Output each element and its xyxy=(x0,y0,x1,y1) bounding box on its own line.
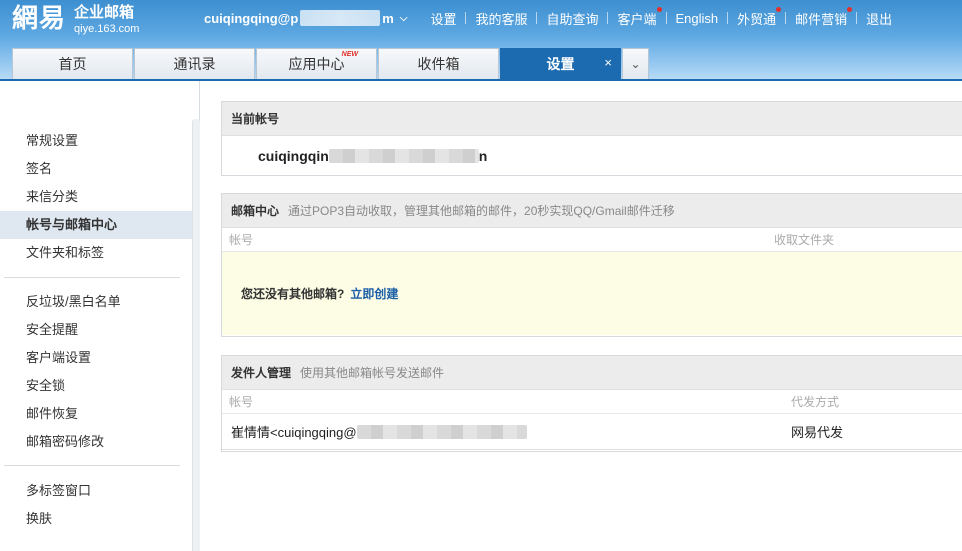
notification-dot xyxy=(776,6,782,12)
column-method: 代发方式 xyxy=(791,395,840,409)
netease-logo[interactable]: 網易 企业邮箱 qiye.163.com xyxy=(12,4,139,36)
account-redacted xyxy=(356,424,527,439)
sender-management-panel: 发件人管理 使用其他邮箱帐号发送邮件 帐号 代发方式 崔情情<cuiqingqi… xyxy=(221,355,962,452)
account-redacted xyxy=(300,10,381,26)
nav-english[interactable]: English xyxy=(667,11,728,26)
sidebar-scrollbar[interactable] xyxy=(192,119,200,551)
sidebar-item-security-lock[interactable]: 安全锁 xyxy=(0,372,192,400)
tab-settings[interactable]: 设置 × xyxy=(500,48,621,79)
new-badge: NEW xyxy=(341,51,358,58)
panel-title: 发件人管理 xyxy=(231,366,292,380)
tab-more-dropdown[interactable]: ⌄ xyxy=(622,48,649,79)
panel-header: 发件人管理 使用其他邮箱帐号发送邮件 xyxy=(222,356,962,390)
sidebar-item-multi-tab[interactable]: 多标签窗口 xyxy=(0,477,192,505)
account-dropdown[interactable]: cuiqingqing@p m ⌵ xyxy=(204,10,407,26)
sidebar-item-spam[interactable]: 反垃圾/黑白名单 xyxy=(0,288,192,316)
table-header: 帐号 代发方式 xyxy=(222,390,962,414)
account-text: cuiqingqin xyxy=(258,148,329,164)
column-folder: 收取文件夹 xyxy=(774,233,835,247)
sidebar-item-skin[interactable]: 换肤 xyxy=(0,505,192,533)
close-icon[interactable]: × xyxy=(604,55,612,70)
tab-app-center[interactable]: 应用中心 NEW xyxy=(256,48,377,79)
account-redacted xyxy=(328,149,479,163)
divider xyxy=(4,465,180,466)
empty-mailbox-notice: 您还没有其他邮箱? 立即创建 xyxy=(222,252,962,335)
logo-mark: 網易 xyxy=(12,4,67,34)
create-mailbox-link[interactable]: 立即创建 xyxy=(350,285,398,302)
sender-account: 崔情情<cuiqingqing@ xyxy=(231,425,357,440)
sidebar-item-folders[interactable]: 文件夹和标签 xyxy=(0,239,192,267)
sidebar-item-security-alert[interactable]: 安全提醒 xyxy=(0,316,192,344)
sidebar-group-security: 反垃圾/黑白名单 安全提醒 客户端设置 安全锁 邮件恢复 邮箱密码修改 xyxy=(0,288,192,456)
header: 網易 企业邮箱 qiye.163.com cuiqingqing@p m ⌵ 设… xyxy=(0,0,962,80)
panel-title: 邮箱中心 xyxy=(231,204,280,218)
sidebar-item-filters[interactable]: 来信分类 xyxy=(0,183,192,211)
current-account-value: cuiqingqin n xyxy=(222,136,962,176)
tab-inbox[interactable]: 收件箱 xyxy=(378,48,499,79)
notification-dot xyxy=(656,6,662,12)
nav-self-query[interactable]: 自助查询 xyxy=(537,9,607,28)
table-row[interactable]: 崔情情<cuiqingqing@ 网易代发 xyxy=(222,414,962,450)
nav-customer-service[interactable]: 我的客服 xyxy=(466,9,536,28)
nav-logout[interactable]: 退出 xyxy=(857,9,901,28)
settings-sidebar: 常规设置 签名 来信分类 帐号与邮箱中心 文件夹和标签 反垃圾/黑白名单 安全提… xyxy=(0,81,200,551)
chevron-down-icon: ⌵ xyxy=(399,12,408,24)
panel-header: 邮箱中心 通过POP3自动收取，管理其他邮箱的邮件，20秒实现QQ/Gmail邮… xyxy=(222,194,962,228)
nav-email-marketing[interactable]: 邮件营销 xyxy=(786,6,856,28)
sidebar-item-client-settings[interactable]: 客户端设置 xyxy=(0,344,192,372)
sender-method: 网易代发 xyxy=(791,425,844,440)
sidebar-item-accounts[interactable]: 帐号与邮箱中心 xyxy=(0,211,192,239)
nav-foreign-trade[interactable]: 外贸通 xyxy=(728,6,785,28)
panel-title: 当前帐号 xyxy=(231,112,280,126)
notification-dot xyxy=(847,6,853,12)
sidebar-item-mail-recovery[interactable]: 邮件恢复 xyxy=(0,400,192,428)
main-tabs: 首页 通讯录 应用中心 NEW 收件箱 设置 × ⌄ xyxy=(12,48,649,79)
logo-title: 企业邮箱 xyxy=(74,4,135,21)
empty-text: 您还没有其他邮箱? xyxy=(241,287,345,301)
sidebar-group-display: 多标签窗口 换肤 xyxy=(0,477,192,533)
mailbox-center-panel: 邮箱中心 通过POP3自动收取，管理其他邮箱的邮件，20秒实现QQ/Gmail邮… xyxy=(221,193,962,337)
chevron-down-icon: ⌄ xyxy=(630,57,641,71)
sidebar-item-general[interactable]: 常规设置 xyxy=(0,127,192,155)
account-name-end: m xyxy=(382,10,394,26)
sidebar-item-change-password[interactable]: 邮箱密码修改 xyxy=(0,428,192,456)
tab-home[interactable]: 首页 xyxy=(12,48,133,79)
divider xyxy=(4,277,180,278)
nav-settings[interactable]: 设置 xyxy=(421,9,465,28)
panel-description: 通过POP3自动收取，管理其他邮箱的邮件，20秒实现QQ/Gmail邮件迁移 xyxy=(288,204,675,218)
column-account: 帐号 xyxy=(229,233,254,247)
top-nav: cuiqingqing@p m ⌵ 设置 我的客服 自助查询 客户端 Engli… xyxy=(204,6,901,28)
tab-contacts[interactable]: 通讯录 xyxy=(134,48,255,79)
column-account: 帐号 xyxy=(229,395,254,409)
logo-domain: qiye.163.com xyxy=(74,23,140,35)
panel-description: 使用其他邮箱帐号发送邮件 xyxy=(300,366,445,380)
panel-header: 当前帐号 xyxy=(222,102,962,136)
account-name-start: cuiqingqing@p xyxy=(204,10,299,26)
current-account-panel: 当前帐号 cuiqingqin n xyxy=(221,101,962,176)
nav-client[interactable]: 客户端 xyxy=(608,6,665,28)
table-header: 帐号 收取文件夹 xyxy=(222,228,962,252)
account-text-tail: n xyxy=(478,148,488,164)
sidebar-group-general: 常规设置 签名 来信分类 帐号与邮箱中心 文件夹和标签 xyxy=(0,127,192,267)
sidebar-item-signature[interactable]: 签名 xyxy=(0,155,192,183)
